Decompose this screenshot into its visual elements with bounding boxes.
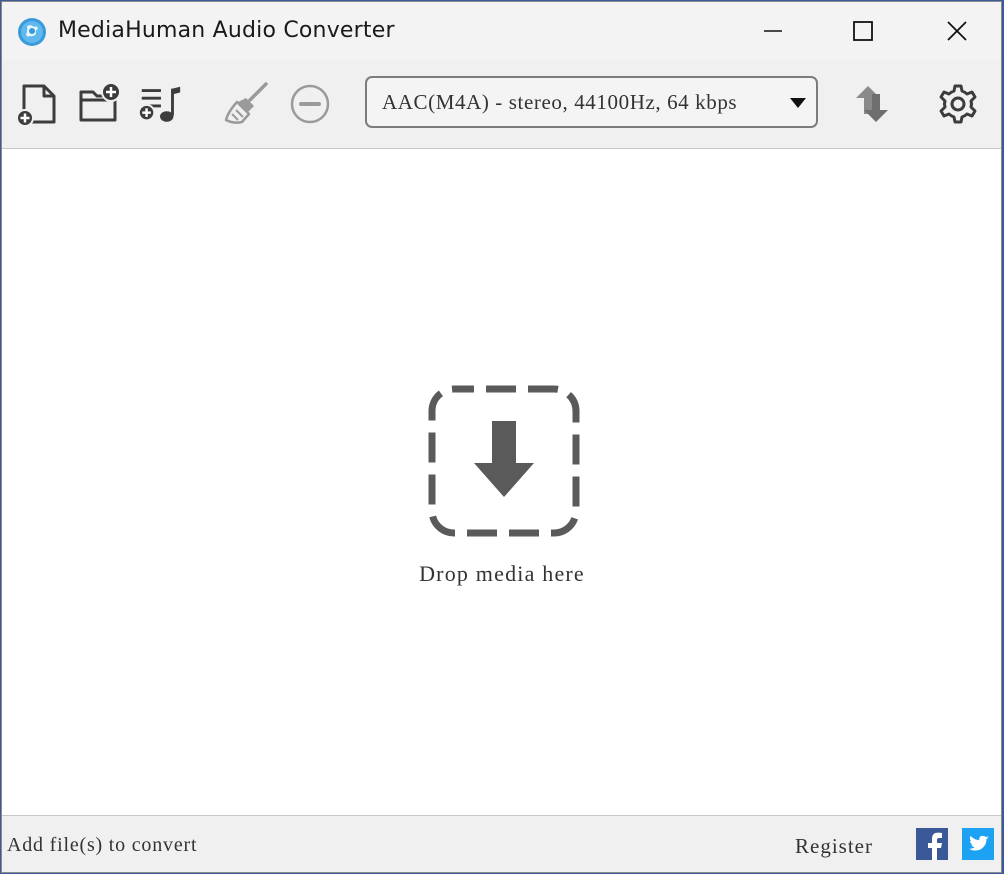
app-window: MediaHuman Audio Converter AAC(M4A) - st… [1, 1, 1002, 873]
gear-icon [939, 84, 977, 124]
remove-icon [290, 84, 330, 124]
convert-button[interactable] [848, 78, 896, 130]
drop-download-icon [428, 385, 580, 537]
register-link[interactable]: Register [795, 834, 873, 859]
toolbar: AAC(M4A) - stereo, 44100Hz, 64 kbps [2, 60, 1001, 149]
output-format-value: AAC(M4A) - stereo, 44100Hz, 64 kbps [382, 90, 738, 114]
clear-list-button[interactable] [222, 78, 270, 130]
app-logo-icon [18, 18, 46, 46]
add-playlist-icon [137, 86, 181, 122]
close-icon [947, 21, 967, 41]
convert-icon [856, 86, 888, 122]
status-bar: Add file(s) to convert Register [2, 815, 1001, 872]
twitter-icon [969, 835, 989, 851]
remove-button[interactable] [286, 78, 334, 130]
window-title: MediaHuman Audio Converter [58, 18, 395, 43]
title-bar[interactable]: MediaHuman Audio Converter [2, 2, 1001, 60]
add-folder-icon [79, 82, 121, 122]
close-button[interactable] [910, 2, 1001, 60]
maximize-icon [853, 21, 873, 41]
status-text: Add file(s) to convert [7, 834, 198, 856]
minimize-icon [764, 30, 782, 32]
add-file-icon [16, 84, 56, 127]
settings-button[interactable] [934, 78, 982, 130]
drop-label: Drop media here [419, 561, 585, 586]
facebook-button[interactable] [916, 828, 948, 860]
output-format-dropdown[interactable]: AAC(M4A) - stereo, 44100Hz, 64 kbps [365, 76, 818, 128]
drop-zone[interactable]: Drop media here [2, 149, 1001, 817]
add-file-button[interactable] [12, 78, 60, 130]
dropdown-arrow-icon [790, 98, 806, 108]
maximize-button[interactable] [816, 2, 910, 60]
facebook-icon [928, 832, 942, 860]
add-playlist-button[interactable] [136, 78, 184, 130]
twitter-button[interactable] [962, 828, 994, 860]
clear-list-icon [224, 82, 268, 124]
add-folder-button[interactable] [76, 78, 124, 130]
minimize-button[interactable] [726, 2, 820, 60]
